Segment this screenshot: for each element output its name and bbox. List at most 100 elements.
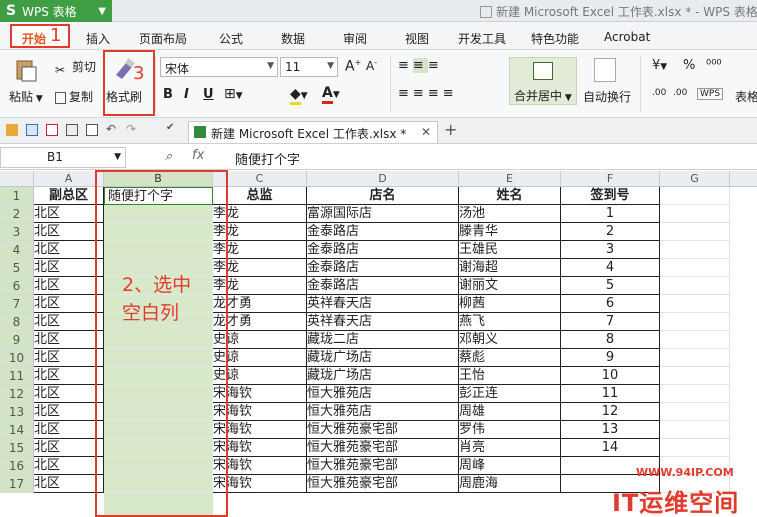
cell-d11[interactable]: 藏珑广场店 <box>307 367 459 385</box>
cell-e16[interactable]: 周峰 <box>459 457 561 475</box>
cell-a15[interactable]: 北区 <box>34 439 104 457</box>
wrap-text-button[interactable]: 自动换行 <box>583 88 631 105</box>
cell-d5[interactable]: 金泰路店 <box>307 259 459 277</box>
cell-a11[interactable]: 北区 <box>34 367 104 385</box>
cell-e13[interactable]: 周雄 <box>459 403 561 421</box>
row-header[interactable]: 8 <box>0 313 34 331</box>
cell-a17[interactable]: 北区 <box>34 475 104 493</box>
cell-a4[interactable]: 北区 <box>34 241 104 259</box>
cell-d3[interactable]: 金泰路店 <box>307 223 459 241</box>
row-header[interactable]: 1 <box>0 187 34 205</box>
cell-f13[interactable]: 12 <box>561 403 660 421</box>
name-box[interactable]: B1 ▼ <box>0 147 126 168</box>
font-size-select[interactable]: 11 ▼ <box>280 57 338 77</box>
border-button[interactable]: ⊞▼ <box>224 86 243 102</box>
print-icon[interactable] <box>66 124 78 136</box>
redo-icon[interactable]: ↷ <box>126 122 138 136</box>
row-header[interactable]: 10 <box>0 349 34 367</box>
tab-acrobat[interactable]: Acrobat <box>604 30 650 44</box>
cell-a6[interactable]: 北区 <box>34 277 104 295</box>
wrap-text-icon[interactable] <box>594 58 616 82</box>
wps-app-menu-button[interactable]: S WPS 表格 ▼ <box>0 0 112 22</box>
cell-f10[interactable]: 9 <box>561 349 660 367</box>
align-right-icon[interactable]: ≡ <box>428 86 443 101</box>
cell-d2[interactable]: 富源国际店 <box>307 205 459 223</box>
justify-icon[interactable]: ≡ <box>443 86 458 101</box>
row-header[interactable]: 17 <box>0 475 34 493</box>
align-left-icon[interactable]: ≡ <box>398 86 413 101</box>
cell-d7[interactable]: 英祥春天店 <box>307 295 459 313</box>
cell-f11[interactable]: 10 <box>561 367 660 385</box>
align-middle-icon[interactable]: ≡ <box>412 58 428 73</box>
cell-e10[interactable]: 蔡彪 <box>459 349 561 367</box>
horizontal-align-buttons[interactable]: ≡≡≡≡ <box>398 86 458 101</box>
tab-page-layout[interactable]: 页面布局 <box>139 30 187 47</box>
row-header[interactable]: 2 <box>0 205 34 223</box>
close-icon[interactable]: ✕ <box>421 125 431 139</box>
cell-e15[interactable]: 肖亮 <box>459 439 561 457</box>
tab-formulas[interactable]: 公式 <box>219 30 243 47</box>
tab-features[interactable]: 特色功能 <box>531 30 579 47</box>
font-name-select[interactable]: 宋体 ▼ <box>160 57 278 77</box>
save-icon[interactable] <box>26 124 38 136</box>
cell-f3[interactable]: 2 <box>561 223 660 241</box>
cell-e14[interactable]: 罗伟 <box>459 421 561 439</box>
column-header-a[interactable]: A <box>34 171 104 187</box>
cell-f12[interactable]: 11 <box>561 385 660 403</box>
row-header[interactable]: 15 <box>0 439 34 457</box>
cell-f8[interactable]: 7 <box>561 313 660 331</box>
cell-f14[interactable]: 13 <box>561 421 660 439</box>
cell-e5[interactable]: 谢海超 <box>459 259 561 277</box>
cell-a10[interactable]: 北区 <box>34 349 104 367</box>
cell-f9[interactable]: 8 <box>561 331 660 349</box>
cell-a5[interactable]: 北区 <box>34 259 104 277</box>
cell-e9[interactable]: 邓朝义 <box>459 331 561 349</box>
row-header[interactable]: 5 <box>0 259 34 277</box>
column-header-e[interactable]: E <box>459 171 561 187</box>
cell-a9[interactable]: 北区 <box>34 331 104 349</box>
header-cell-e[interactable]: 姓名 <box>459 187 561 205</box>
document-tab[interactable]: 新建 Microsoft Excel 工作表.xlsx * ✕ <box>188 121 438 143</box>
cell-g13[interactable] <box>660 403 730 421</box>
formula-input[interactable]: 随便打个字 <box>235 149 300 168</box>
tab-developer[interactable]: 开发工具 <box>458 30 506 47</box>
tab-home[interactable]: 开始 1 <box>10 24 70 48</box>
percent-button[interactable]: % <box>683 58 695 73</box>
row-header[interactable]: 16 <box>0 457 34 475</box>
cell-g4[interactable] <box>660 241 730 259</box>
header-cell-g[interactable] <box>660 187 730 205</box>
underline-button[interactable]: U <box>203 87 214 102</box>
cell-e11[interactable]: 王怡 <box>459 367 561 385</box>
cell-f15[interactable]: 14 <box>561 439 660 457</box>
row-header[interactable]: 7 <box>0 295 34 313</box>
tab-data[interactable]: 数据 <box>281 30 305 47</box>
cell-f2[interactable]: 1 <box>561 205 660 223</box>
cell-d8[interactable]: 英祥春天店 <box>307 313 459 331</box>
cell-e17[interactable]: 周鹿海 <box>459 475 561 493</box>
new-tab-icon[interactable]: + <box>444 120 457 139</box>
increase-decimal-icon[interactable]: .00 <box>652 88 666 98</box>
font-grow-button[interactable]: A+ <box>345 58 361 75</box>
cell-e12[interactable]: 彭正连 <box>459 385 561 403</box>
italic-button[interactable]: I <box>184 87 189 102</box>
row-header[interactable]: 4 <box>0 241 34 259</box>
cell-d14[interactable]: 恒大雅苑豪宅部 <box>307 421 459 439</box>
cell-g3[interactable] <box>660 223 730 241</box>
decrease-decimal-icon[interactable]: .00 <box>673 88 687 98</box>
cell-g14[interactable] <box>660 421 730 439</box>
cell-a16[interactable]: 北区 <box>34 457 104 475</box>
zoom-icon[interactable]: ⌕ <box>165 149 172 164</box>
vertical-align-buttons[interactable]: ≡≡≡ <box>398 58 443 73</box>
cell-g2[interactable] <box>660 205 730 223</box>
table-style-button[interactable]: 表格 <box>735 88 757 105</box>
cell-d10[interactable]: 藏珑广场店 <box>307 349 459 367</box>
undo-icon[interactable]: ↶ <box>106 122 118 136</box>
cell-d17[interactable]: 恒大雅苑豪宅部 <box>307 475 459 493</box>
cell-d6[interactable]: 金泰路店 <box>307 277 459 295</box>
cell-g11[interactable] <box>660 367 730 385</box>
open-folder-icon[interactable] <box>6 124 18 136</box>
cell-a13[interactable]: 北区 <box>34 403 104 421</box>
cell-e7[interactable]: 柳茜 <box>459 295 561 313</box>
tab-view[interactable]: 视图 <box>405 30 429 47</box>
cell-g7[interactable] <box>660 295 730 313</box>
